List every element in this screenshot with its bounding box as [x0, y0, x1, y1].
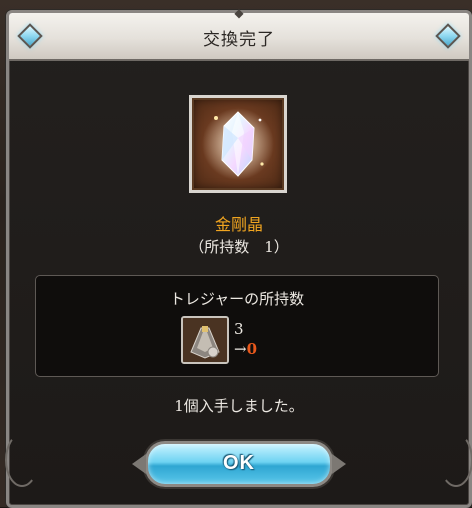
- result-message: 1個入手しました。: [174, 397, 304, 415]
- treasure-count-after-value: 0: [246, 340, 258, 358]
- treasure-icon: [181, 316, 229, 364]
- ok-button-label: OK: [223, 452, 255, 474]
- treasure-count-after: →0: [234, 340, 257, 358]
- item-name: 金剛晶: [214, 215, 263, 234]
- treasure-title: トレジャーの所持数: [169, 290, 305, 308]
- crystal-icon: [202, 108, 274, 180]
- exchange-complete-dialog: ◆ 交換完了 金剛晶 （所持数 1） トレジャーの所持数 3 →0 1個入手しま…: [5, 7, 472, 508]
- owned-count: （所持数 1）: [189, 238, 289, 256]
- item-icon-frame: [189, 95, 287, 193]
- ok-button[interactable]: OK: [132, 441, 346, 487]
- treasure-count-panel: トレジャーの所持数 3 →0: [35, 275, 439, 377]
- corner-ornament: [5, 433, 39, 487]
- dialog-titlebar: ◆ 交換完了: [9, 7, 469, 61]
- corner-ornament: [439, 433, 472, 487]
- arrow-icon: →: [234, 340, 247, 358]
- ornament-icon: ◆: [234, 6, 244, 20]
- dialog-title: 交換完了: [203, 30, 275, 50]
- button-wing-ornament: [332, 454, 346, 474]
- treasure-count-before: 3: [234, 320, 244, 338]
- button-wing-ornament: [132, 454, 146, 474]
